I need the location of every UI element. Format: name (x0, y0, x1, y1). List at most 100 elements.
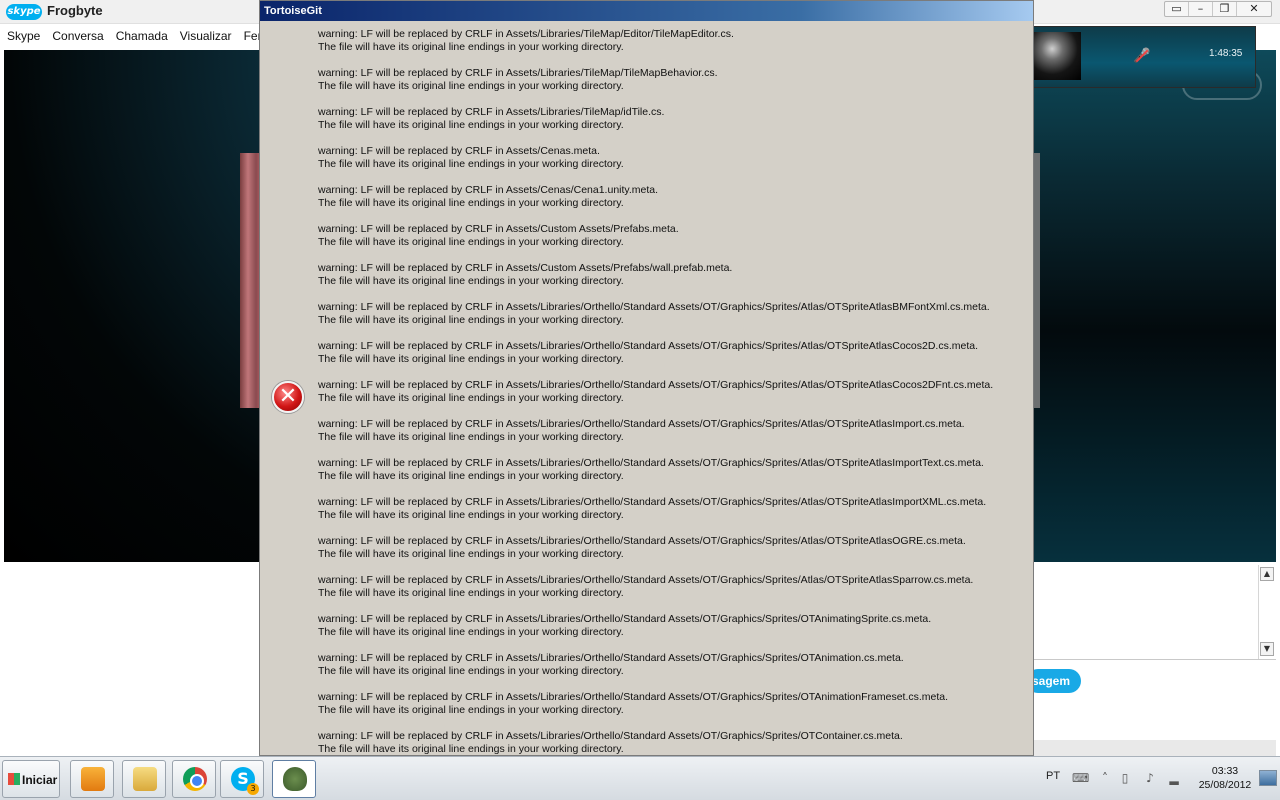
network-icon[interactable]: ▂ (1166, 770, 1182, 786)
note-text: The file will have its original line end… (318, 197, 624, 209)
show-desktop-button[interactable] (1259, 770, 1277, 786)
explorer-icon (133, 767, 157, 791)
close-button[interactable]: ✕ (1237, 2, 1271, 16)
start-button[interactable]: Iniciar (2, 760, 60, 798)
note-text: The file will have its original line end… (318, 587, 624, 599)
message-item: warning: LF will be replaced by CRLF in … (318, 28, 1028, 67)
media-player-icon (81, 767, 105, 791)
note-text: The file will have its original line end… (318, 314, 624, 326)
remote-video-feed-edge (1034, 153, 1040, 408)
note-text: The file will have its original line end… (318, 275, 624, 287)
dialog-titlebar[interactable]: TortoiseGit (260, 1, 1033, 21)
windows-logo-icon (8, 773, 20, 785)
note-text: The file will have its original line end… (318, 80, 624, 92)
message-item: warning: LF will be replaced by CRLF in … (318, 535, 1028, 574)
note-text: The file will have its original line end… (318, 431, 624, 443)
message-item: warning: LF will be replaced by CRLF in … (318, 67, 1028, 106)
note-text: The file will have its original line end… (318, 353, 624, 365)
warning-text: warning: LF will be replaced by CRLF in … (318, 730, 903, 742)
notification-badge: 3 (247, 783, 259, 795)
menu-chamada[interactable]: Chamada (109, 26, 173, 46)
warning-text: warning: LF will be replaced by CRLF in … (318, 418, 965, 430)
message-item: warning: LF will be replaced by CRLF in … (318, 418, 1028, 457)
taskbar-skype[interactable]: S3 (220, 760, 264, 798)
minimize-button[interactable]: – (1189, 2, 1213, 16)
scroll-up-icon[interactable]: ▲ (1260, 567, 1274, 581)
warning-text: warning: LF will be replaced by CRLF in … (318, 340, 979, 352)
note-text: The file will have its original line end… (318, 392, 624, 404)
chrome-icon (183, 767, 207, 791)
warning-text: warning: LF will be replaced by CRLF in … (318, 574, 974, 586)
warning-text: warning: LF will be replaced by CRLF in … (318, 535, 966, 547)
remote-video-feed (240, 153, 260, 408)
message-item: warning: LF will be replaced by CRLF in … (318, 301, 1028, 340)
menu-skype[interactable]: Skype (0, 26, 45, 46)
warning-text: warning: LF will be replaced by CRLF in … (318, 379, 994, 391)
taskbar-media-player[interactable] (70, 760, 114, 798)
note-text: The file will have its original line end… (318, 743, 624, 755)
clock-time: 03:33 (1211, 765, 1239, 777)
warning-text: warning: LF will be replaced by CRLF in … (318, 184, 659, 196)
warning-text: warning: LF will be replaced by CRLF in … (318, 106, 665, 118)
send-message-button[interactable]: sagem (1026, 669, 1081, 693)
speaker-icon[interactable]: ♪ (1142, 770, 1158, 786)
note-text: The file will have its original line end… (318, 626, 624, 638)
warning-text: warning: LF will be replaced by CRLF in … (318, 457, 984, 469)
menu-visualizar[interactable]: Visualizar (173, 26, 237, 46)
error-icon: ✕ (272, 381, 304, 413)
tortoisegit-dialog: TortoiseGit ✕ warning: LF will be replac… (259, 0, 1034, 756)
note-text: The file will have its original line end… (318, 236, 624, 248)
note-text: The file will have its original line end… (318, 119, 624, 131)
chat-divider (1034, 659, 1276, 660)
message-item: warning: LF will be replaced by CRLF in … (318, 262, 1028, 301)
message-item: warning: LF will be replaced by CRLF in … (318, 184, 1028, 223)
call-status-panel: 🎤 1:48:35 (1025, 26, 1256, 88)
warning-text: warning: LF will be replaced by CRLF in … (318, 613, 932, 625)
taskbar-tortoisegit[interactable] (272, 760, 316, 798)
note-text: The file will have its original line end… (318, 470, 624, 482)
note-text: The file will have its original line end… (318, 41, 624, 53)
taskbar-chrome[interactable] (172, 760, 216, 798)
note-text: The file will have its original line end… (318, 548, 624, 560)
keyboard-icon[interactable]: ⌨ (1072, 770, 1089, 786)
warning-text: warning: LF will be replaced by CRLF in … (318, 691, 949, 703)
skype-window-controls: ▭ – ❐ ✕ (1164, 1, 1272, 17)
warning-text: warning: LF will be replaced by CRLF in … (318, 145, 600, 157)
call-duration: 1:48:35 (1209, 48, 1243, 59)
skype-window-title: Frogbyte (47, 3, 103, 18)
warning-text: warning: LF will be replaced by CRLF in … (318, 301, 990, 313)
contact-avatar (1033, 32, 1081, 80)
clock-date: 25/08/2012 (1198, 779, 1252, 791)
message-item: warning: LF will be replaced by CRLF in … (318, 457, 1028, 496)
warning-text: warning: LF will be replaced by CRLF in … (318, 223, 679, 235)
menu-conversa[interactable]: Conversa (45, 26, 108, 46)
compact-view-button[interactable]: ▭ (1165, 2, 1189, 16)
warning-text: warning: LF will be replaced by CRLF in … (318, 262, 733, 274)
message-item: warning: LF will be replaced by CRLF in … (318, 223, 1028, 262)
message-item: warning: LF will be replaced by CRLF in … (318, 574, 1028, 613)
tortoisegit-icon (283, 767, 307, 791)
dialog-message-list: warning: LF will be replaced by CRLF in … (318, 28, 1028, 769)
message-item: warning: LF will be replaced by CRLF in … (318, 379, 1028, 418)
restore-button[interactable]: ❐ (1213, 2, 1237, 16)
dialog-title: TortoiseGit (264, 5, 322, 17)
chat-scrollbar[interactable]: ▲ ▼ (1258, 565, 1275, 659)
message-item: warning: LF will be replaced by CRLF in … (318, 145, 1028, 184)
message-item: warning: LF will be replaced by CRLF in … (318, 613, 1028, 652)
message-item: warning: LF will be replaced by CRLF in … (318, 652, 1028, 691)
note-text: The file will have its original line end… (318, 509, 624, 521)
warning-text: warning: LF will be replaced by CRLF in … (318, 652, 904, 664)
muted-microphone-icon[interactable]: 🎤 (1133, 47, 1151, 65)
chevron-up-icon[interactable]: ˄ (1097, 770, 1113, 786)
skype-logo: skype (6, 4, 42, 20)
scroll-down-icon[interactable]: ▼ (1260, 642, 1274, 656)
power-icon[interactable]: ▯ (1117, 770, 1133, 786)
note-text: The file will have its original line end… (318, 704, 624, 716)
taskbar-explorer[interactable] (122, 760, 166, 798)
note-text: The file will have its original line end… (318, 665, 624, 677)
warning-text: warning: LF will be replaced by CRLF in … (318, 28, 734, 40)
warning-text: warning: LF will be replaced by CRLF in … (318, 496, 987, 508)
language-indicator[interactable]: PT (1046, 770, 1060, 782)
taskbar-clock[interactable]: 03:33 25/08/2012 (1190, 764, 1260, 792)
start-label: Iniciar (22, 773, 58, 787)
